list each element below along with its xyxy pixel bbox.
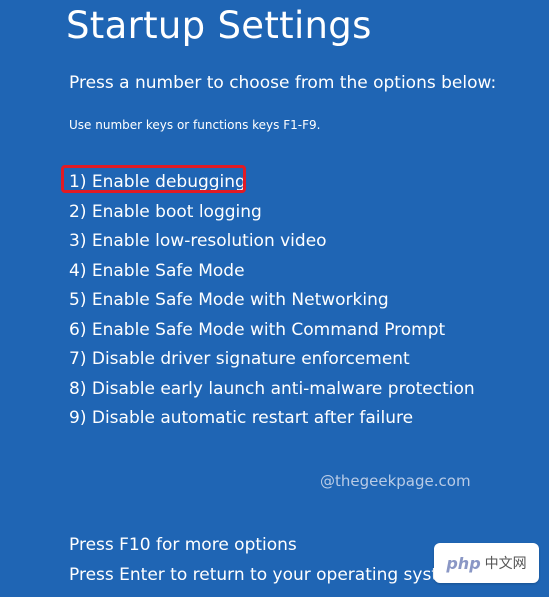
php-cn-logo: php 中文网 bbox=[434, 543, 539, 583]
return-to-os-prompt[interactable]: Press Enter to return to your operating … bbox=[69, 565, 465, 585]
hint-text: Use number keys or functions keys F1-F9. bbox=[69, 118, 321, 132]
page-title: Startup Settings bbox=[66, 4, 372, 47]
option-enable-debugging[interactable]: 1) Enable debugging bbox=[61, 165, 475, 200]
logo-lang-text: 中文网 bbox=[484, 556, 527, 572]
startup-options-list: 1) Enable debugging 2) Enable boot loggi… bbox=[61, 165, 475, 436]
option-enable-safe-mode[interactable]: 4) Enable Safe Mode bbox=[69, 259, 475, 289]
option-disable-automatic-restart[interactable]: 9) Disable automatic restart after failu… bbox=[69, 406, 475, 436]
option-enable-boot-logging[interactable]: 2) Enable boot logging bbox=[69, 200, 475, 230]
option-disable-driver-signature-enforcement[interactable]: 7) Disable driver signature enforcement bbox=[69, 347, 475, 377]
instruction-text: Press a number to choose from the option… bbox=[69, 73, 497, 93]
option-disable-early-launch-anti-malware[interactable]: 8) Disable early launch anti-malware pro… bbox=[69, 377, 475, 407]
option-enable-low-resolution-video[interactable]: 3) Enable low-resolution video bbox=[69, 229, 475, 259]
logo-brand-text: php bbox=[446, 553, 481, 573]
option-enable-safe-mode-networking[interactable]: 5) Enable Safe Mode with Networking bbox=[69, 288, 475, 318]
watermark: @thegeekpage.com bbox=[320, 472, 471, 490]
more-options-prompt[interactable]: Press F10 for more options bbox=[69, 535, 297, 555]
option-enable-safe-mode-command-prompt[interactable]: 6) Enable Safe Mode with Command Prompt bbox=[69, 318, 475, 348]
